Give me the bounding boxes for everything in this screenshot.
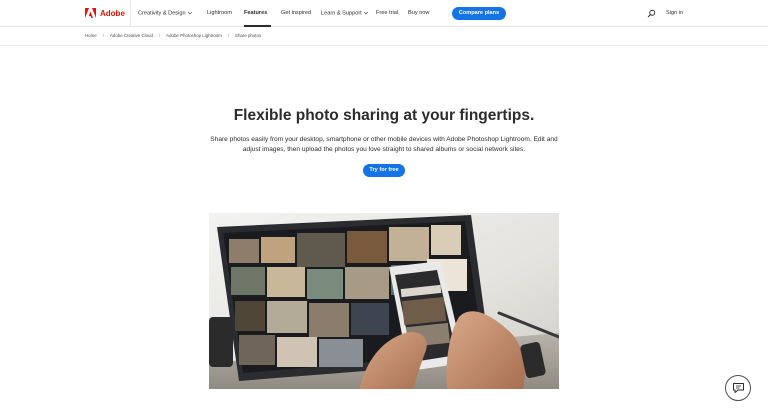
nav-item-label: Buy now [408,10,430,16]
brand-name: Adobe [100,8,125,18]
nav-item-get-inspired[interactable]: Get inspired [281,10,311,17]
adobe-logo-icon [85,8,96,18]
hero-image [209,213,559,389]
laptop-phone-photo [209,213,559,389]
nav-item-creativity-design[interactable]: Creativity & Design [138,10,193,17]
sign-in-link[interactable]: Sign in [666,10,683,17]
chat-icon [732,383,744,393]
nav-item-label: Get inspired [281,10,312,16]
compare-plans-button[interactable]: Compare plans [452,7,506,20]
nav-item-learn-support[interactable]: Learn & Support [321,10,369,17]
adobe-logo[interactable]: Adobe [85,8,125,18]
nav-item-features[interactable]: Features [244,10,267,17]
nav-item-label: Lightroom [207,10,232,16]
breadcrumb-separator: / [158,33,161,38]
try-for-free-button[interactable]: Try for free [363,164,405,177]
breadcrumb-separator: / [227,33,230,38]
nav-item-lightroom[interactable]: Lightroom [207,10,232,17]
breadcrumb-home[interactable]: Home [85,33,97,39]
breadcrumb-current: Share photos [235,33,262,38]
search-icon[interactable] [647,9,656,18]
chevron-down-icon [187,11,192,15]
nav-item-label: Creativity & Design [138,10,186,17]
chevron-down-icon [363,11,368,15]
nav-item-free-trial[interactable]: Free trial [376,10,398,17]
nav-divider [130,0,131,27]
nav-item-label: Features [244,10,268,16]
nav-item-label: Free trial [376,10,399,16]
breadcrumb: Home / Adobe Creative Cloud / Adobe Phot… [85,33,261,39]
global-nav: Adobe Creativity & Design Lightroom Feat… [0,0,768,27]
hero-description: Share photos easily from your desktop, s… [210,136,558,153]
nav-item-buy-now[interactable]: Buy now [408,10,429,17]
nav-item-label: Learn & Support [321,10,362,17]
breadcrumb-divider [0,45,768,46]
breadcrumb-lightroom[interactable]: Adobe Photoshop Lightroom [166,33,222,39]
breadcrumb-creative-cloud[interactable]: Adobe Creative Cloud [110,33,153,39]
active-tab-indicator [244,25,271,27]
chat-button[interactable] [725,375,751,401]
page-title: Flexible photo sharing at your fingertip… [233,107,535,124]
breadcrumb-separator: / [102,33,104,38]
